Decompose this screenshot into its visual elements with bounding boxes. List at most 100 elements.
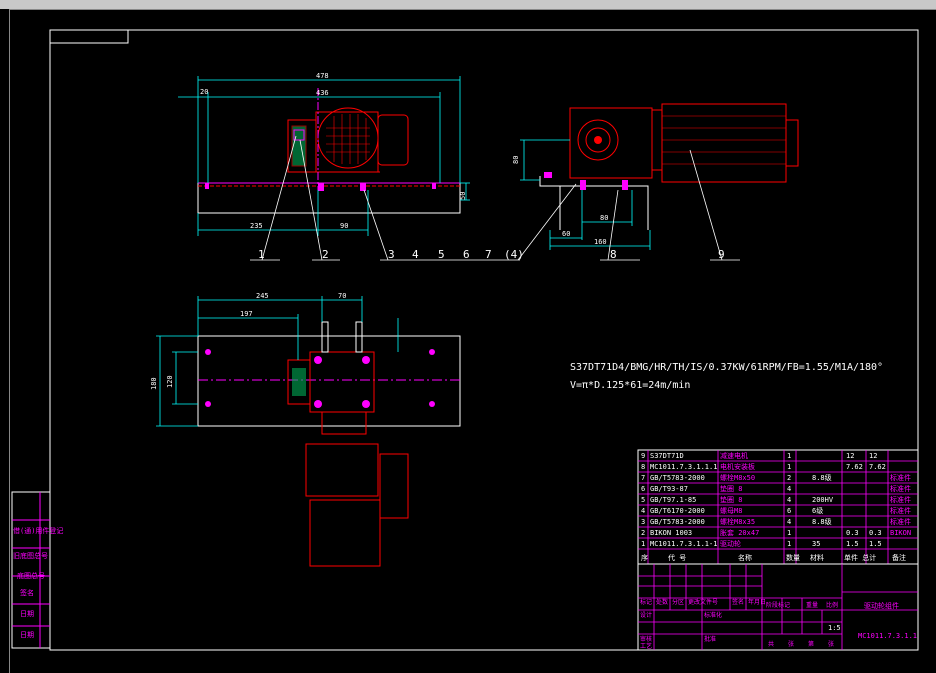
- bom-h-note: 备注: [892, 553, 906, 562]
- bom-cell-qty: 4: [787, 485, 791, 493]
- bom-cell-mat: 6级: [812, 506, 823, 515]
- bom-cell-name: 垫圈 8: [720, 484, 742, 493]
- side-adapter: [651, 109, 663, 171]
- bom-cell-qty: 4: [787, 496, 791, 504]
- bom-cell-w2: 7.62: [869, 463, 886, 471]
- bom-h-name: 名称: [738, 553, 752, 562]
- dim-50: 50: [459, 192, 467, 200]
- tb-role-3: 标准化: [704, 611, 722, 619]
- bom-cell-qty: 1: [787, 540, 791, 548]
- dim-90: 90: [340, 222, 348, 230]
- bom-cell-qty: 1: [787, 529, 791, 537]
- bom-cell-code: GB/T5783-2000: [650, 518, 705, 526]
- plan-bolts: [205, 349, 435, 408]
- tb-stage-2: 比例: [826, 601, 838, 609]
- plan-motor-body: [309, 499, 381, 567]
- front-bolts: [205, 183, 436, 191]
- bom-rows: 9 S37DT71D 减速电机 1 12 128 MC1011.7.3.1.1.1 电机安装板…: [641, 451, 911, 548]
- dim-180: 180: [150, 377, 158, 390]
- side-label-4: 日期: [20, 610, 34, 618]
- front-view[interactable]: 478 20 436 50 235 90: [178, 72, 470, 236]
- dim-478: 478: [316, 72, 329, 80]
- bom-table[interactable]: 9 S37DT71D 减速电机 1 12 128 MC1011.7.3.1.1.1 电机安装板…: [637, 449, 919, 565]
- bom-cell-name: 减速电机: [720, 451, 748, 460]
- tb-stage-0: 阶段标记: [766, 601, 790, 609]
- bom-cell-no: 4: [641, 507, 645, 515]
- side-motor-fins: [662, 115, 786, 165]
- side-dimensions: [520, 139, 651, 250]
- dim-side-60: 60: [562, 230, 570, 238]
- dim-245: 245: [256, 292, 269, 300]
- front-rail-beam: [197, 182, 461, 214]
- bom-cell-w2: 12: [869, 452, 877, 460]
- bom-cell-code: GB/T5783-2000: [650, 474, 705, 482]
- scale-value: 1:5: [828, 624, 841, 632]
- bom-cell-code: S37DT71D: [650, 452, 684, 460]
- bom-cell-qty: 1: [787, 452, 791, 460]
- bom-cell-no: 5: [641, 496, 645, 504]
- side-label-5: 日期: [20, 631, 34, 639]
- bom-cell-mat: 200HV: [812, 496, 834, 504]
- bom-cell-code: MC1011.7.3.1.1-1: [650, 540, 717, 548]
- bom-cell-name: 胀套 20x47: [720, 528, 759, 537]
- bom-cell-qty: 2: [787, 474, 791, 482]
- bom-cell-w2: 1.5: [869, 540, 882, 548]
- side-registration-table: [11, 491, 51, 649]
- bom-h-qty: 数量: [786, 553, 800, 562]
- side-fan-cover: [785, 119, 799, 167]
- bom-cell-w1: 7.62: [846, 463, 863, 471]
- bom-cell-no: 1: [641, 540, 645, 548]
- tb-sheet-0: 共: [768, 640, 774, 648]
- tb-row-1: 处数: [656, 598, 668, 606]
- dim-side-80b: 80: [600, 214, 608, 222]
- sheet-code-box: [49, 29, 129, 44]
- side-view[interactable]: 80 80 60 160: [512, 103, 799, 250]
- side-label-3: 签名: [20, 588, 34, 597]
- tb-row-4: 签名: [732, 598, 744, 606]
- plan-wheel-hatch: [292, 368, 306, 396]
- bom-cell-note: 标准件: [890, 484, 911, 493]
- tb-role-0: 设计: [640, 611, 652, 619]
- plan-view[interactable]: 245 70 197 180 120: [150, 292, 461, 567]
- bom-cell-qty: 6: [787, 507, 791, 515]
- spec-line-2: V=π*D.125*61=24m/min: [570, 380, 690, 391]
- side-label-2: 底图总号: [17, 571, 45, 580]
- balloon-7: 7: [485, 248, 492, 261]
- bom-cell-note: 标准件: [890, 517, 911, 526]
- balloon-9: 9: [718, 248, 725, 261]
- tb-role-4: 批准: [704, 635, 716, 643]
- balloon-5: 5: [438, 248, 445, 261]
- tb-sheet-2: 第: [808, 640, 814, 648]
- bom-cell-no: 6: [641, 485, 645, 493]
- plan-motor-top: [305, 443, 379, 497]
- side-table-rows: [12, 492, 50, 648]
- dim-436: 436: [316, 89, 329, 97]
- bom-cell-w1: 0.3: [846, 529, 859, 537]
- title-block[interactable]: 标记 处数 分区 更改文件号 签名 年月日 设计 审核 工艺 标准化 批准 阶段…: [637, 563, 919, 651]
- bom-h-code: 代 号: [668, 553, 686, 562]
- bom-cell-no: 3: [641, 518, 645, 526]
- dim-235: 235: [250, 222, 263, 230]
- tb-role-2: 工艺: [640, 642, 652, 650]
- bom-cell-name: 螺栓M8x35: [720, 517, 755, 526]
- side-gearbox: [569, 107, 653, 179]
- cad-drawing-canvas[interactable]: 借(通)用件登记 旧底图总号 底图总号 签名 日期 日期 478 20 436 …: [0, 0, 936, 673]
- dim-20: 20: [200, 88, 208, 96]
- bom-cell-w2: 0.3: [869, 529, 882, 537]
- side-label-1: 旧底图总号: [13, 551, 48, 560]
- bom-cell-w1: 12: [846, 452, 854, 460]
- dim-side-80: 80: [512, 156, 520, 164]
- front-motor-fan-circle: [317, 107, 379, 169]
- bom-cell-w1: 1.5: [846, 540, 859, 548]
- bom-cell-name: 驱动轮: [720, 539, 741, 548]
- bom-cell-code: MC1011.7.3.1.1.1: [650, 463, 717, 471]
- side-shaft: [594, 136, 602, 144]
- bom-cell-qty: 1: [787, 463, 791, 471]
- bom-h-w: 单件 总计: [844, 553, 876, 562]
- front-motor-body: [315, 111, 379, 173]
- front-motor-fan-grid: [326, 114, 370, 164]
- dim-120: 120: [166, 375, 174, 388]
- tb-row-0: 标记: [640, 598, 652, 606]
- spec-line-1: S37DT71D4/BMG/HR/TH/IS/0.37KW/61RPM/FB=1…: [570, 362, 883, 373]
- bom-cell-note: 标准件: [890, 473, 911, 482]
